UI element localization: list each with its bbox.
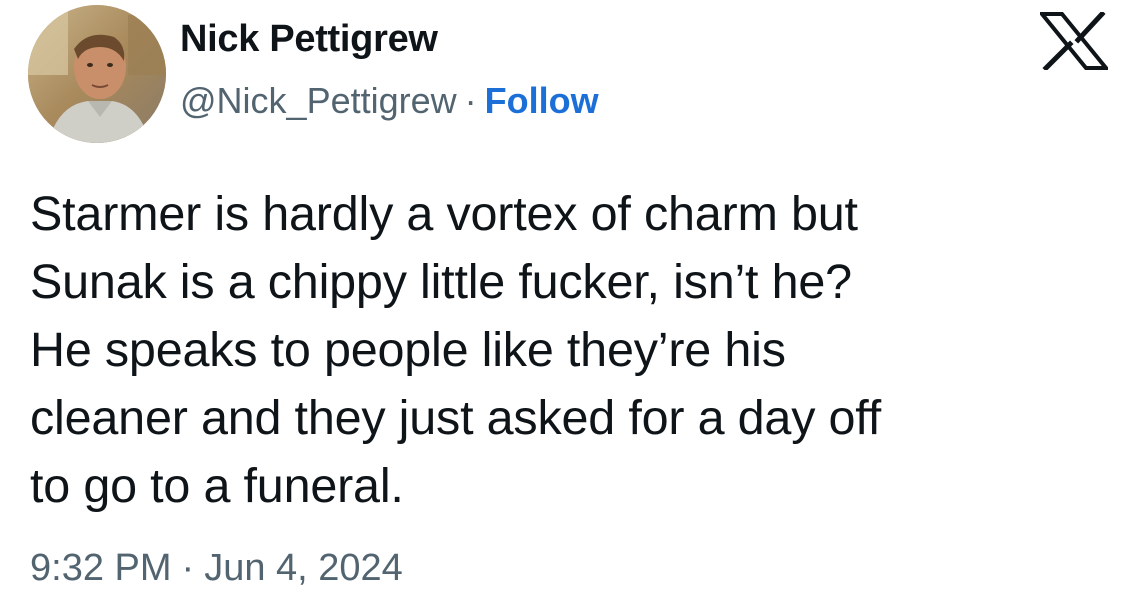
tweet-text-line: Starmer is hardly a vortex of charm but xyxy=(30,187,858,241)
tweet-time: 9:32 PM xyxy=(30,547,172,589)
author-display-name[interactable]: Nick Pettigrew xyxy=(180,18,438,61)
avatar-photo xyxy=(28,5,166,143)
handle-row: @Nick_Pettigrew · Follow xyxy=(180,80,599,122)
timestamp-separator: · xyxy=(181,547,195,589)
handle-separator: · xyxy=(464,80,477,121)
avatar[interactable] xyxy=(28,5,166,143)
x-logo-icon[interactable] xyxy=(1040,12,1108,70)
author-handle[interactable]: @Nick_Pettigrew xyxy=(180,80,457,121)
tweet-text-line: He speaks to people like they’re his xyxy=(30,323,786,377)
tweet-text-line: cleaner and they just asked for a day of… xyxy=(30,391,881,445)
tweet-text: Starmer is hardly a vortex of charm but … xyxy=(30,180,1120,520)
tweet-text-line: Sunak is a chippy little fucker, isn’t h… xyxy=(30,255,852,309)
tweet-timestamp[interactable]: 9:32 PM · Jun 4, 2024 xyxy=(30,547,403,590)
tweet-text-line: to go to a funeral. xyxy=(30,459,404,513)
tweet-card: Nick Pettigrew @Nick_Pettigrew · Follow St… xyxy=(0,0,1141,600)
follow-button[interactable]: Follow xyxy=(485,80,599,121)
tweet-date: Jun 4, 2024 xyxy=(204,547,403,589)
